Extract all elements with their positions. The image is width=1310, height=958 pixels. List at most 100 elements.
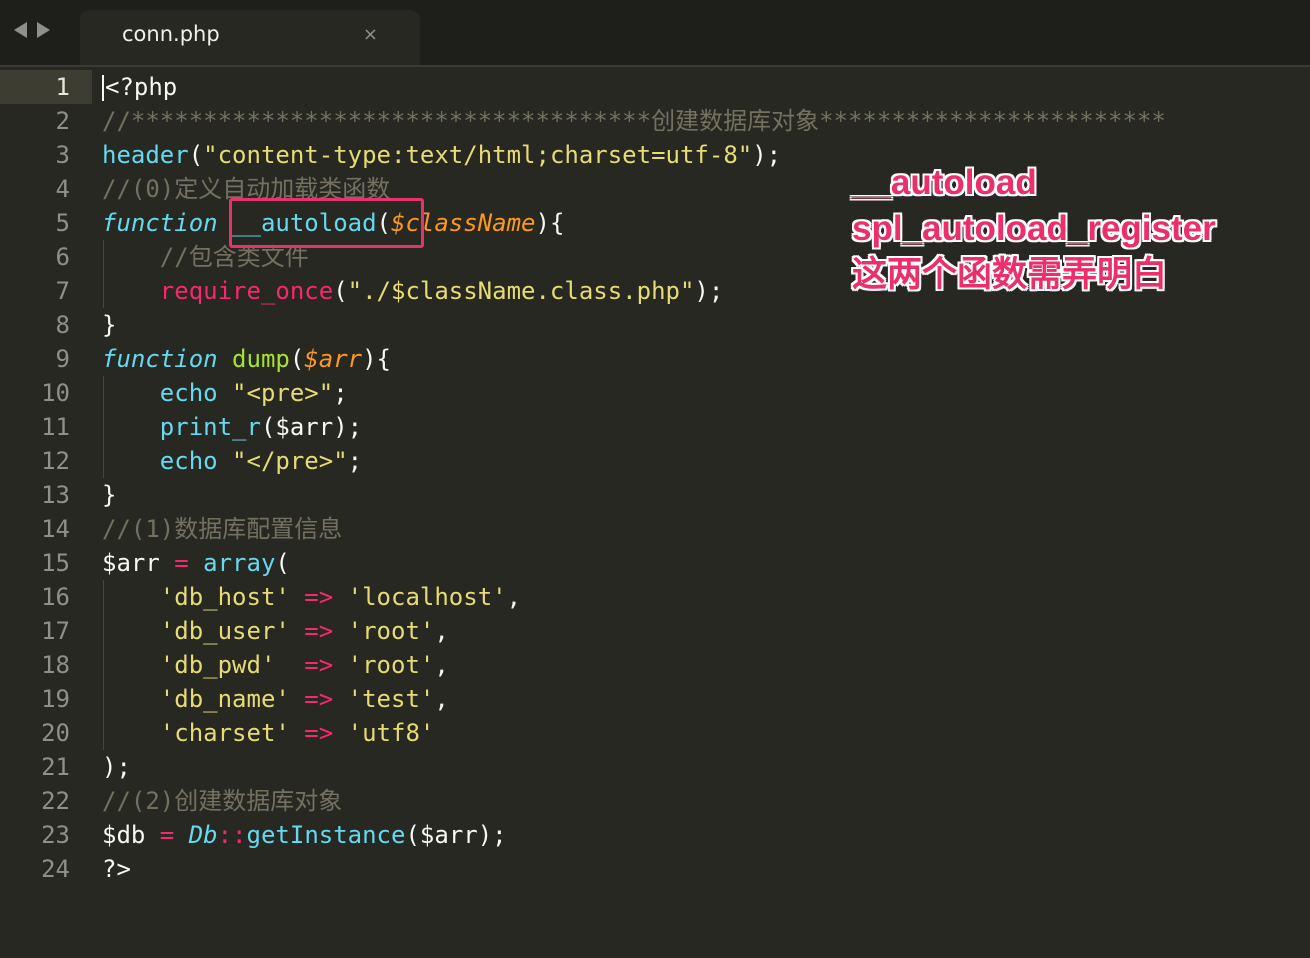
code-token: ( bbox=[275, 549, 290, 577]
line-number: 16 bbox=[41, 583, 70, 611]
code-token: dump bbox=[232, 345, 290, 373]
annotation-line: 这两个函数需弄明白 bbox=[852, 255, 1168, 294]
code-line: print_r($arr); bbox=[102, 410, 1166, 444]
tab-label: conn.php bbox=[122, 22, 220, 46]
line-number: 19 bbox=[41, 685, 70, 713]
code-token: 'root' bbox=[347, 617, 435, 645]
tab-navigation bbox=[14, 22, 50, 44]
code-line: 'db_user' => 'root', bbox=[102, 614, 1166, 648]
line-number: 6 bbox=[55, 243, 70, 271]
code-line: 'db_name' => 'test', bbox=[102, 682, 1166, 716]
line-number: 7 bbox=[55, 277, 70, 305]
tab-conn-php[interactable]: conn.php × bbox=[80, 10, 420, 66]
line-number: 2 bbox=[55, 107, 70, 135]
line-number: 21 bbox=[41, 753, 70, 781]
code-token: ( bbox=[289, 345, 305, 373]
code-token: , bbox=[434, 651, 449, 679]
code-line: //(2)创建数据库对象 bbox=[102, 787, 343, 815]
code-token: $db bbox=[102, 821, 160, 849]
code-token: print_r bbox=[159, 413, 261, 441]
code-token: => bbox=[304, 583, 334, 611]
code-token: "<pre>" bbox=[232, 379, 334, 407]
code-token: ($arr); bbox=[405, 821, 507, 849]
arrow-left-icon[interactable] bbox=[14, 22, 27, 38]
line-number: 14 bbox=[41, 515, 70, 543]
code-token: ); bbox=[752, 141, 782, 169]
code-token: => bbox=[304, 719, 334, 747]
line-number: 18 bbox=[41, 651, 70, 679]
code-line: echo "<pre>"; bbox=[102, 376, 1166, 410]
line-number: 1 bbox=[55, 73, 70, 101]
line-number: 10 bbox=[41, 379, 70, 407]
code-token: <?php bbox=[105, 73, 178, 101]
code-token: header bbox=[102, 141, 189, 169]
code-token: "content-type:text/html;charset=utf-8" bbox=[203, 141, 753, 169]
code-token: 'db_host' bbox=[159, 583, 290, 611]
line-number: 9 bbox=[55, 345, 70, 373]
code-token: ($arr); bbox=[260, 413, 363, 441]
line-number: 23 bbox=[41, 821, 70, 849]
code-token: = bbox=[174, 549, 189, 577]
autoload-highlight-box bbox=[229, 198, 424, 248]
code-line: $db = Db::getInstance($arr); bbox=[102, 818, 1166, 852]
code-line: echo "</pre>"; bbox=[102, 444, 1166, 478]
code-token: function bbox=[102, 209, 218, 237]
code-token: 'db_user' bbox=[159, 617, 290, 645]
code-line: } bbox=[102, 311, 117, 339]
code-token: ( bbox=[333, 277, 348, 305]
line-number: 4 bbox=[55, 175, 70, 203]
line-number: 11 bbox=[41, 413, 70, 441]
code-line: 'charset' => 'utf8' bbox=[102, 716, 1166, 750]
line-number: 12 bbox=[41, 447, 70, 475]
code-line: <?php bbox=[102, 70, 1166, 104]
code-token: 'localhost' bbox=[347, 583, 507, 611]
line-number: 17 bbox=[41, 617, 70, 645]
code-line: 'db_host' => 'localhost', bbox=[102, 580, 1166, 614]
code-token: 'test' bbox=[347, 685, 435, 713]
code-token: ; bbox=[347, 447, 363, 475]
code-token: $arr bbox=[102, 549, 175, 577]
code-token: => bbox=[304, 685, 334, 713]
code-token: 'db_name' bbox=[159, 685, 290, 713]
code-line: //(1)数据库配置信息 bbox=[102, 515, 343, 543]
line-number: 13 bbox=[41, 481, 70, 509]
line-number: 15 bbox=[41, 549, 70, 577]
annotation-note: __autoload spl_autoload_register 这两个函数需弄… bbox=[852, 160, 1216, 298]
code-token: "</pre>" bbox=[232, 447, 348, 475]
line-number: 8 bbox=[55, 311, 70, 339]
line-number: 20 bbox=[41, 719, 70, 747]
code-line: ); bbox=[102, 753, 131, 781]
code-token: echo bbox=[159, 379, 218, 407]
code-token: getInstance bbox=[246, 821, 406, 849]
code-token: 'utf8' bbox=[347, 719, 435, 747]
code-token: 'root' bbox=[347, 651, 435, 679]
close-icon[interactable]: × bbox=[363, 24, 378, 45]
tab-bar-divider bbox=[0, 65, 1310, 67]
code-line: 'db_pwd' => 'root', bbox=[102, 648, 1166, 682]
code-token: , bbox=[506, 583, 522, 611]
line-number-gutter: 1 2 3 4 5 6 7 8 9 10 11 12 13 14 15 16 1… bbox=[0, 70, 70, 886]
text-cursor bbox=[102, 75, 104, 101]
code-token: ); bbox=[694, 277, 724, 305]
code-token: ( bbox=[188, 141, 204, 169]
arrow-right-icon[interactable] bbox=[37, 22, 50, 38]
code-line: } bbox=[102, 481, 117, 509]
code-token: , bbox=[434, 685, 449, 713]
code-token: array bbox=[203, 549, 276, 577]
code-token: require_once bbox=[159, 277, 334, 305]
code-token: "./$className.class.php" bbox=[347, 277, 695, 305]
